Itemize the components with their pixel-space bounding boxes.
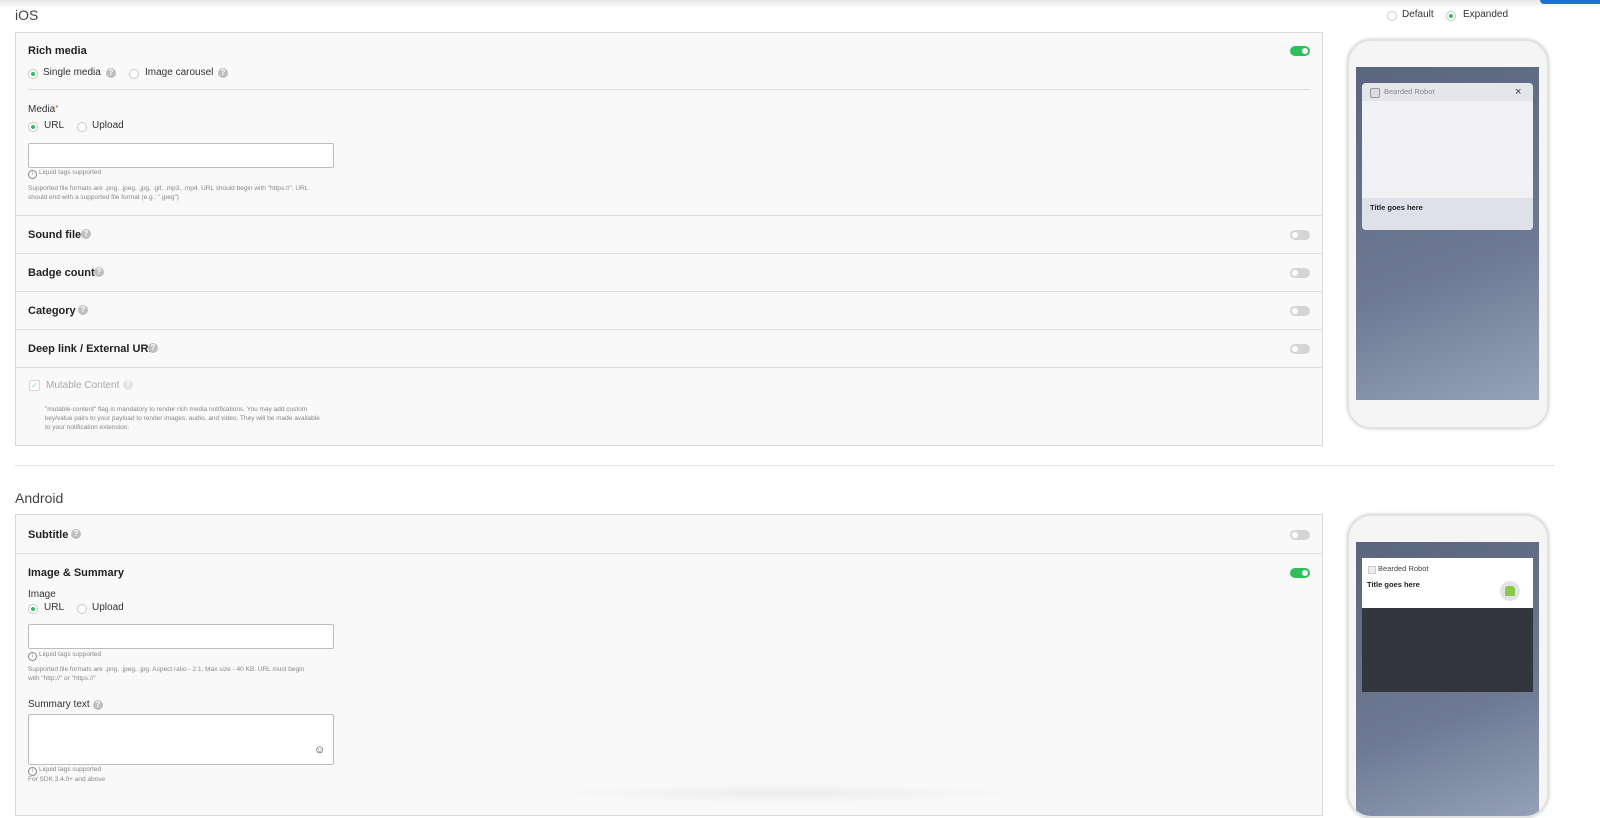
top-bar-shadow — [0, 0, 1600, 8]
ios-notification-card: Bearded Robot × Title goes here — [1362, 83, 1533, 230]
app-icon — [1370, 88, 1380, 98]
media-label: Media* — [28, 104, 59, 115]
sound-file-label: Sound file — [28, 229, 82, 241]
android-robot-icon — [1500, 581, 1520, 601]
media-formats-note: Supported file formats are .png, .jpeg, … — [28, 185, 309, 201]
media-upload-radio[interactable] — [77, 122, 87, 132]
deep-link-toggle[interactable] — [1290, 344, 1310, 354]
image-carousel-radio[interactable] — [129, 69, 139, 79]
android-app-name: Bearded Robot — [1378, 564, 1429, 573]
category-label: Category — [28, 305, 76, 317]
sound-file-help-icon[interactable]: ? — [81, 229, 91, 239]
emoji-picker-icon[interactable]: ☺ — [314, 744, 325, 756]
image-upload-radio[interactable] — [77, 604, 87, 614]
mutable-content-checkbox[interactable]: ✓ — [29, 380, 40, 391]
summary-text-label: Summary text — [28, 699, 90, 710]
rich-media-toggle[interactable] — [1290, 46, 1310, 56]
android-phone-preview: Bearded Robot Title goes here — [1347, 514, 1549, 818]
media-liquid-note: i Liquid tags supported — [28, 168, 101, 179]
mutable-content-row: ✓ Mutable Content ? "mutable-content" fl… — [16, 367, 1322, 446]
sdk-note: For SDK 3.4.0+ and above — [28, 776, 106, 783]
badge-count-row[interactable]: Badge count ? — [16, 253, 1322, 292]
view-expanded-radio[interactable] — [1446, 11, 1456, 21]
summary-text-input[interactable] — [28, 714, 334, 765]
view-default-radio[interactable] — [1387, 11, 1397, 21]
view-expanded-label: Expanded — [1463, 9, 1509, 20]
image-summary-toggle[interactable] — [1290, 568, 1310, 578]
category-toggle[interactable] — [1290, 306, 1310, 316]
badge-count-help-icon[interactable]: ? — [94, 267, 104, 277]
view-default-label: Default — [1402, 9, 1434, 20]
sound-file-toggle[interactable] — [1290, 230, 1310, 240]
deep-link-row[interactable]: Deep link / External URL ? — [16, 329, 1322, 368]
deep-link-help-icon[interactable]: ? — [148, 343, 158, 353]
mutable-content-help-icon[interactable]: ? — [123, 380, 133, 390]
ios-phone-screen: Bearded Robot × Title goes here — [1356, 67, 1539, 400]
image-summary-label: Image & Summary — [28, 567, 124, 579]
rich-media-label: Rich media — [28, 45, 87, 57]
category-row[interactable]: Category ? — [16, 291, 1322, 330]
single-media-label: Single media — [43, 67, 101, 78]
bottom-shadow — [540, 784, 1030, 803]
image-carousel-help-icon[interactable]: ? — [218, 68, 228, 78]
image-url-radio[interactable] — [28, 604, 38, 614]
ios-settings-panel: Rich media Single media ? Image carousel… — [15, 32, 1323, 446]
divider — [28, 89, 1310, 90]
android-notification-title: Title goes here — [1367, 580, 1420, 589]
image-upload-label: Upload — [92, 602, 124, 613]
subtitle-toggle[interactable] — [1290, 530, 1310, 540]
media-upload-label: Upload — [92, 120, 124, 131]
info-icon: i — [28, 170, 37, 179]
section-divider — [15, 465, 1555, 466]
single-media-radio[interactable] — [28, 69, 38, 79]
android-settings-panel: Subtitle ? Image & Summary Image URL Upl… — [15, 514, 1323, 816]
image-url-label: URL — [44, 602, 65, 613]
close-icon[interactable]: × — [1515, 86, 1521, 98]
ios-notification-title: Title goes here — [1370, 203, 1423, 212]
ios-phone-preview: Bearded Robot × Title goes here — [1347, 39, 1549, 429]
media-url-input[interactable] — [28, 143, 334, 168]
sound-file-row[interactable]: Sound file ? — [16, 215, 1322, 254]
ios-section-title: iOS — [15, 7, 39, 23]
info-icon: i — [28, 652, 37, 661]
subtitle-label: Subtitle — [28, 529, 69, 541]
android-section-title: Android — [15, 490, 64, 506]
mutable-content-note: "mutable-content" flag is mandatory to r… — [45, 406, 320, 431]
mutable-content-label: Mutable Content — [46, 380, 120, 391]
category-help-icon[interactable]: ? — [78, 305, 88, 315]
subtitle-help-icon[interactable]: ? — [71, 529, 81, 539]
image-formats-note: Supported file formats are .png, .jpeg, … — [28, 666, 305, 682]
android-phone-screen: Bearded Robot Title goes here — [1356, 542, 1539, 816]
deep-link-label: Deep link / External URL — [28, 343, 156, 355]
image-summary-row: Image & Summary Image URL Upload i Liquid… — [16, 553, 1322, 816]
image-label: Image — [28, 589, 56, 600]
image-url-input[interactable] — [28, 624, 334, 649]
ios-app-name: Bearded Robot — [1384, 87, 1435, 96]
image-liquid-note: i Liquid tags supported — [28, 650, 101, 661]
image-carousel-label: Image carousel — [145, 67, 214, 78]
summary-text-help-icon[interactable]: ? — [93, 700, 103, 710]
media-url-radio[interactable] — [28, 122, 38, 132]
badge-count-toggle[interactable] — [1290, 268, 1310, 278]
media-url-label: URL — [44, 120, 65, 131]
badge-count-label: Badge count — [28, 267, 95, 279]
single-media-help-icon[interactable]: ? — [106, 68, 116, 78]
android-notification-card: Bearded Robot Title goes here — [1362, 558, 1533, 692]
top-primary-button[interactable] — [1540, 0, 1600, 4]
app-icon — [1368, 566, 1376, 574]
